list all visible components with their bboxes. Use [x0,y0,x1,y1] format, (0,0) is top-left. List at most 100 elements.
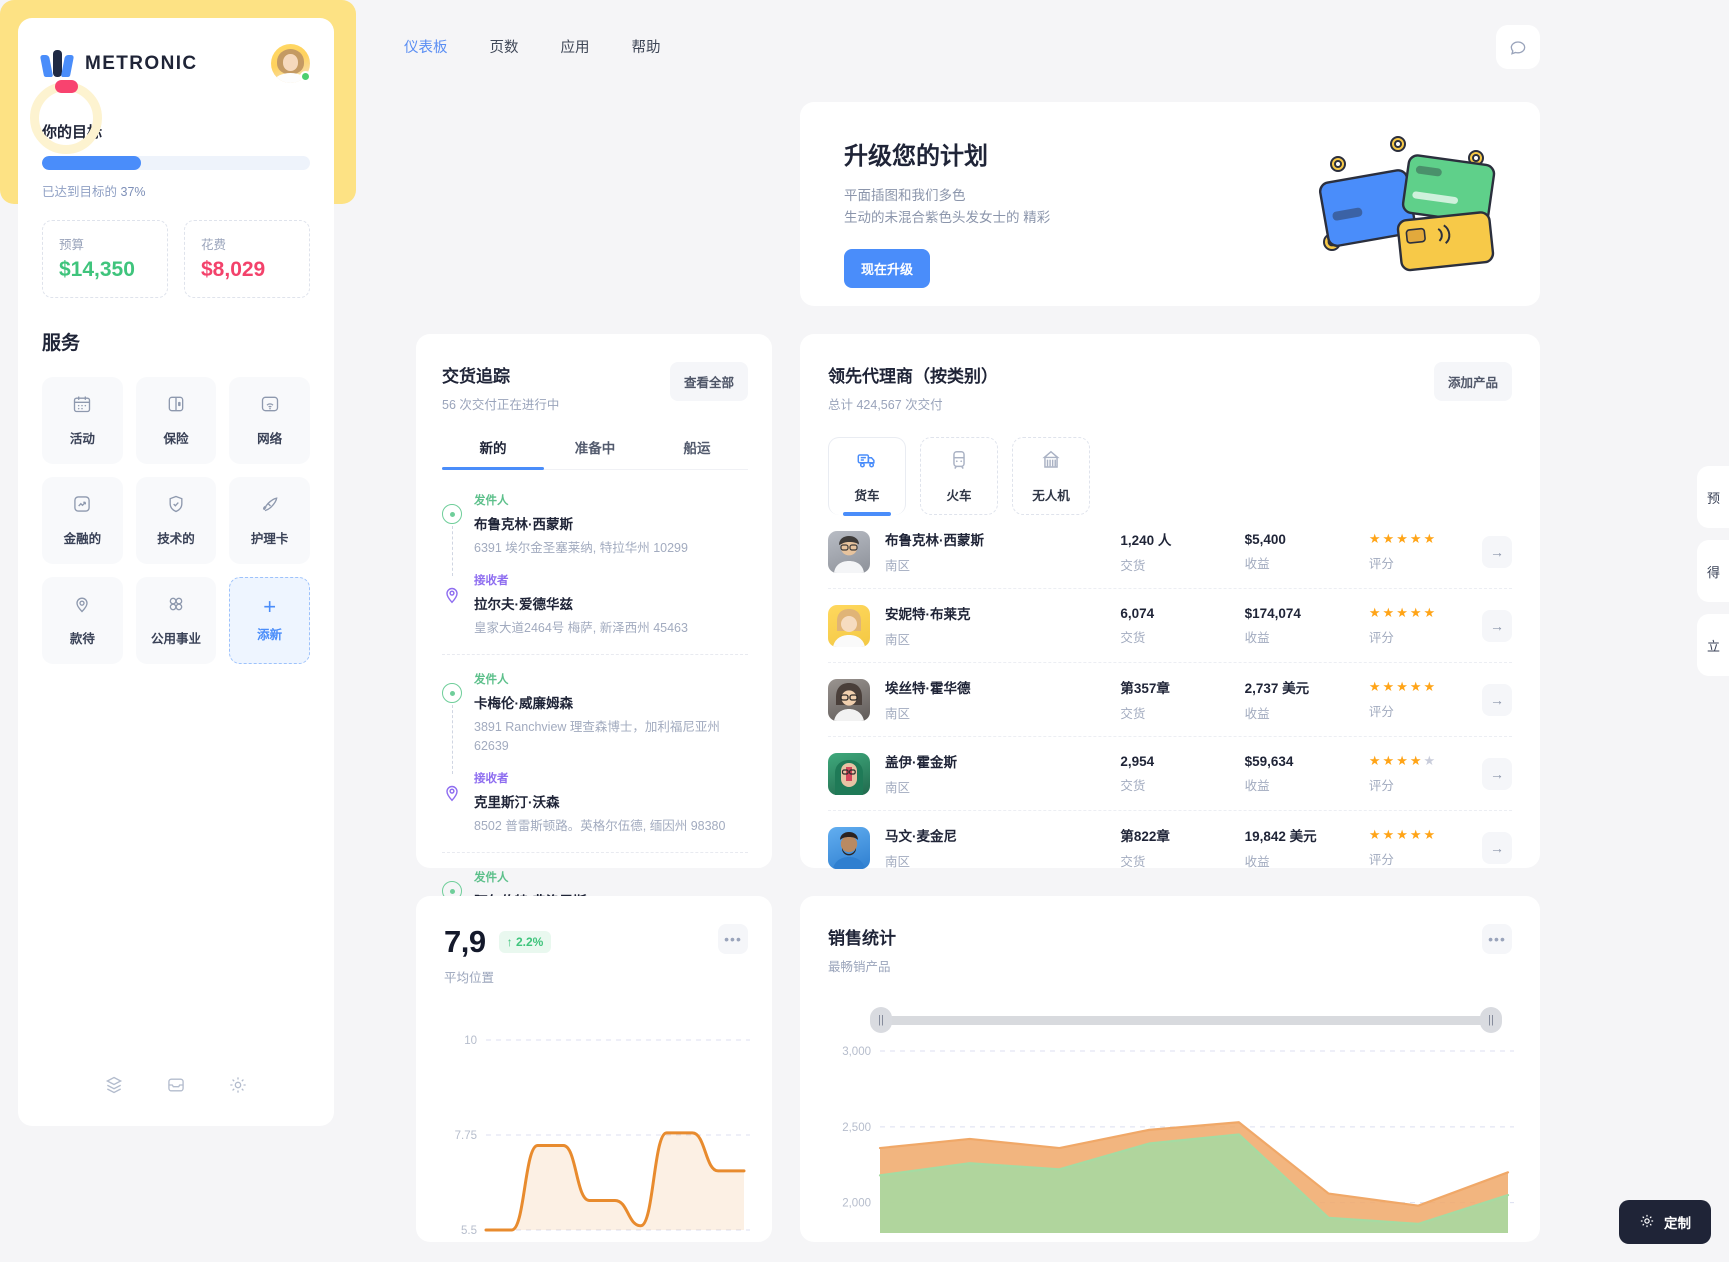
progress-ring [30,80,102,154]
stat-row: 预算 $14,350 花费 $8,029 [42,220,310,298]
nav-item-apps[interactable]: 应用 [561,36,590,57]
delivery-receiver: 接收者 克里斯汀·沃森 8502 普雷斯顿路。英格尔伍德, 缅因州 98380 [442,770,748,836]
nav-item-help[interactable]: 帮助 [632,36,661,57]
drone-icon [1040,449,1062,476]
average-position-card: 7,9 ↑ 2.2% 平均位置 ••• 10 7.75 5.5 [416,896,772,1242]
agent-name: 盖伊·霍金斯 [885,755,957,770]
delivery-card-header: 交货追踪 56 次交付正在进行中 查看全部 [442,362,748,413]
nav-item-dashboard[interactable]: 仪表板 [404,36,448,57]
leading-agents-card: 领先代理商（按类别） 总计 424,567 次交付 添加产品 货车 火车 无人机 [800,334,1540,869]
agents-title: 领先代理商（按类别） [828,367,998,386]
service-tile-insurance[interactable]: 保险 [135,377,217,464]
service-tile-utilities[interactable]: 公用事业 [135,577,217,664]
metronic-logo-icon [39,50,75,77]
tab-shipping[interactable]: 船运 [646,437,748,469]
mode-label: 无人机 [1032,488,1070,503]
chat-icon[interactable] [1496,25,1540,69]
rocket-icon [260,494,280,519]
float-panel-2[interactable]: 得 [1697,540,1729,602]
agent-deliveries-label: 交货 [1120,630,1146,645]
service-tile-network[interactable]: 网络 [229,377,310,464]
more-horizontal-icon[interactable]: ••• [1482,924,1512,954]
avatar[interactable] [271,44,311,83]
wifi-icon [260,394,280,419]
service-tile-financial[interactable]: 金融的 [42,477,123,564]
agent-rating-cell: ★ ★ ★ ★ ★ 评分 [1369,531,1482,572]
arrow-right-icon[interactable]: → [1481,831,1512,864]
table-row[interactable]: 马文·麦金尼 南区 第822章 交货 19,842 美元 收益 ★ ★ ★ ★ ★ 评分… [828,811,1512,884]
service-tile-add-new[interactable]: + 添新 [229,577,310,664]
service-tile-activity[interactable]: 活动 [42,377,123,464]
nav-item-pages[interactable]: 页数 [490,36,519,57]
avatar [828,678,870,721]
service-tile-hospitality[interactable]: 款待 [42,577,123,664]
receiver-name: 克里斯汀·沃森 [474,795,560,810]
brand[interactable]: METRONIC [39,50,198,77]
archive-icon[interactable] [166,1075,186,1100]
agent-region: 南区 [885,707,911,721]
range-slider[interactable]: || || [870,1007,1502,1033]
layers-icon[interactable] [104,1075,124,1100]
sales-statistics-card: 销售统计 最畅销产品 ••• || || 3,000 2,500 2,000 [800,896,1540,1242]
agent-revenue-cell: $174,074 收益 [1245,606,1369,646]
sender-name: 布鲁克林·西蒙斯 [474,517,573,532]
agent-region: 南区 [885,855,911,869]
agent-deliveries-cell: 第822章 交货 [1120,825,1244,870]
avatar [828,826,870,869]
mode-tab-drone[interactable]: 无人机 [1012,437,1090,515]
agent-rating-cell: ★ ★ ★ ★ ★ 评分 [1369,753,1482,794]
sender-role-label: 发件人 [474,872,509,884]
chart-up-icon [72,494,92,519]
agent-deliveries-value: 2,954 [1120,753,1155,769]
position-card-header: 7,9 ↑ 2.2% 平均位置 ••• [444,924,748,986]
sender-role-label: 发件人 [474,495,509,507]
svg-text:3,000: 3,000 [842,1046,871,1058]
arrow-right-icon[interactable]: → [1481,683,1512,716]
view-all-button[interactable]: 查看全部 [669,362,748,401]
sender-role-label: 发件人 [474,674,509,686]
more-horizontal-icon[interactable]: ••• [718,924,748,954]
svg-text:10: 10 [464,1035,477,1047]
service-tile-carecard[interactable]: 护理卡 [229,477,310,564]
location-pin-icon [72,594,92,619]
table-row[interactable]: 布鲁克林·西蒙斯 南区 1,240 人 交货 $5,400 收益 ★ ★ ★ ★ ★ 评… [828,515,1512,589]
tab-new[interactable]: 新的 [442,437,544,470]
agent-revenue-label: 收益 [1244,707,1270,721]
agent-revenue-label: 收益 [1244,630,1270,645]
position-delta-badge: ↑ 2.2% [498,931,552,953]
goal-progress-bar [42,156,310,170]
agent-name: 安妮特·布莱克 [885,607,971,622]
slider-handle-left[interactable]: || [870,1007,892,1033]
arrow-right-icon[interactable]: → [1481,757,1512,790]
upgrade-now-button[interactable]: 现在升级 [844,249,931,288]
customize-button[interactable]: 定制 [1619,1200,1711,1244]
sidebar-footer [18,1075,334,1100]
agent-revenue-value: $5,400 [1244,531,1286,547]
tab-preparing[interactable]: 准备中 [544,437,646,469]
float-panel-1[interactable]: 预 [1697,466,1729,528]
service-tile-technical[interactable]: 技术的 [135,477,217,564]
add-product-button[interactable]: 添加产品 [1433,362,1512,401]
table-row[interactable]: 盖伊·霍金斯 南区 2,954 交货 $59,634 收益 ★ ★ ★ ★ ★ 评分 → [828,737,1512,811]
agent-revenue-cell: $5,400 收益 [1245,532,1369,572]
agent-revenue-cell: 19,842 美元 收益 [1245,825,1369,870]
agent-rating-cell: ★ ★ ★ ★ ★ 评分 [1369,605,1482,646]
service-label: 护理卡 [250,532,289,546]
service-label: 金融的 [63,532,102,546]
mode-tab-train[interactable]: 火车 [920,437,998,515]
origin-pin-icon [442,504,462,524]
slider-handle-right[interactable]: || [1480,1007,1502,1033]
float-panel-3[interactable]: 立 [1697,614,1729,676]
svg-text:7.75: 7.75 [455,1130,477,1142]
arrow-right-icon[interactable]: → [1481,609,1512,642]
receiver-role-label: 接收者 [474,773,509,785]
table-row[interactable]: 埃丝特·霍华德 南区 第357章 交货 2,737 美元 收益 ★ ★ ★ ★ ★ 评分… [828,663,1512,737]
wallet-cards-illustration [1308,130,1518,280]
grid-dots-icon [166,594,186,619]
gear-icon[interactable] [228,1075,248,1100]
arrow-right-icon[interactable]: → [1481,535,1512,568]
agents-subtitle: 总计 424,567 次交付 [828,398,943,412]
table-row[interactable]: 安妮特·布莱克 南区 6,074 交货 $174,074 收益 ★ ★ ★ ★ ★ 评分… [828,589,1512,663]
mode-tab-truck[interactable]: 货车 [828,437,906,516]
agent-rating-label: 评分 [1368,705,1394,719]
